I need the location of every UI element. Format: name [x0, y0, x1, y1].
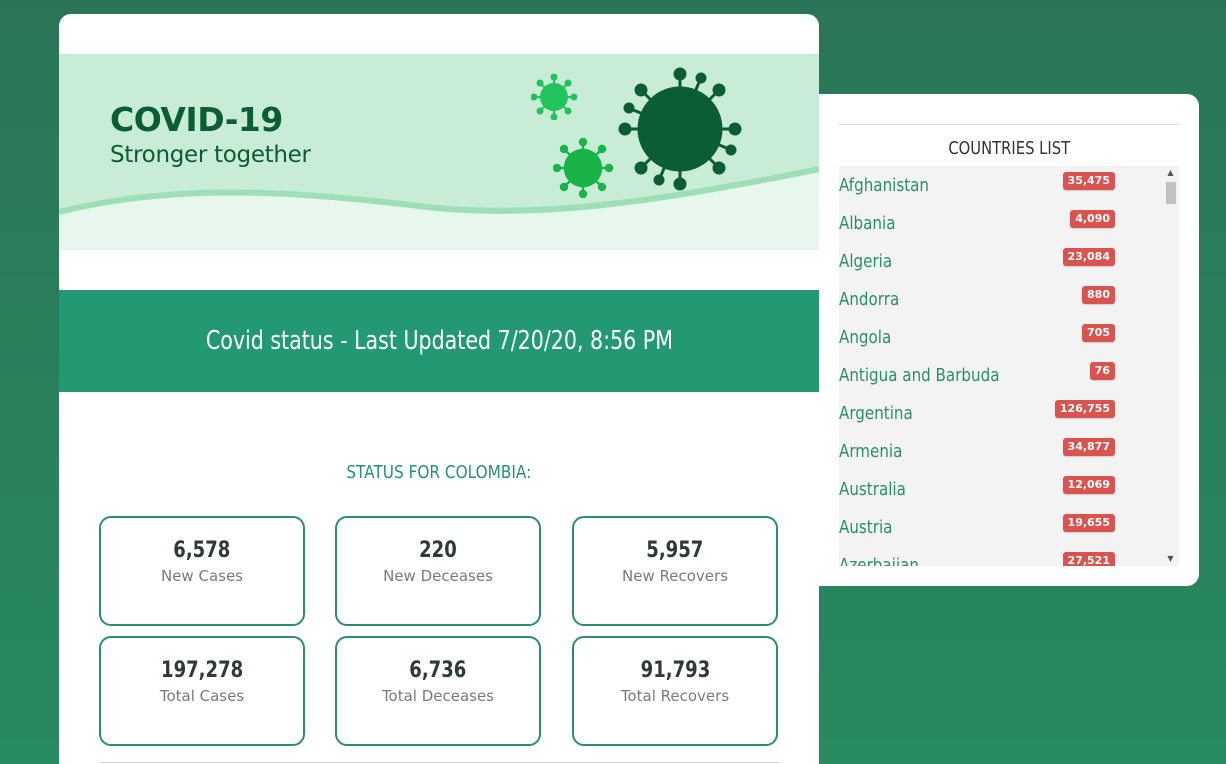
stat-value: 6,736 — [409, 658, 467, 683]
status-bar: Covid status - Last Updated 7/20/20, 8:5… — [59, 290, 819, 392]
country-count-badge: 19,655 — [1062, 514, 1115, 532]
scroll-up-arrow-icon[interactable]: ▲ — [1162, 166, 1179, 180]
stat-value: 91,793 — [640, 658, 710, 683]
stat-label: New Cases — [160, 567, 243, 585]
country-name[interactable]: Armenia — [839, 441, 902, 462]
country-count-badge: 12,069 — [1062, 476, 1115, 494]
stat-card-new-cases: 6,578 New Cases — [99, 516, 305, 626]
stat-value: 6,578 — [173, 538, 231, 563]
stat-label: Total Cases — [159, 687, 245, 705]
divider — [99, 762, 779, 763]
stat-value: 220 — [419, 538, 457, 563]
countries-panel-title-text: COUNTRIES LIST — [948, 138, 1070, 159]
country-item-afghanistan[interactable]: Afghanistan 35,475 — [839, 166, 1159, 204]
stat-card-new-recovers: 5,957 New Recovers — [572, 516, 778, 626]
country-count-badge: 705 — [1082, 324, 1115, 342]
country-name[interactable]: Albania — [839, 213, 895, 234]
country-name[interactable]: Antigua and Barbuda — [839, 365, 999, 386]
last-updated-text: Covid status - Last Updated 7/20/20, 8:5… — [205, 326, 673, 356]
stat-card-total-recovers: 91,793 Total Recovers — [572, 636, 778, 746]
country-name[interactable]: Austria — [839, 517, 892, 538]
country-item-azerbaijan[interactable]: Azerbaijan 27,521 — [839, 546, 1159, 566]
banner-title: COVID-19 — [110, 100, 283, 139]
countries-list-scrollbar[interactable]: ▲ ▼ — [1162, 166, 1179, 566]
stat-label: New Deceases — [383, 567, 493, 585]
country-item-albania[interactable]: Albania 4,090 — [839, 204, 1159, 242]
country-item-argentina[interactable]: Argentina 126,755 — [839, 394, 1159, 432]
country-name[interactable]: Azerbaijan — [839, 555, 919, 566]
covid-banner: COVID-19 Stronger together — [59, 54, 819, 250]
country-name[interactable]: Afghanistan — [839, 175, 929, 196]
countries-list[interactable]: Afghanistan 35,475 Albania 4,090 Algeria… — [839, 166, 1179, 566]
country-item-austria[interactable]: Austria 19,655 — [839, 508, 1159, 546]
country-count-badge: 126,755 — [1054, 400, 1115, 418]
country-count-badge: 34,877 — [1062, 438, 1115, 456]
scroll-down-arrow-icon[interactable]: ▼ — [1162, 552, 1179, 566]
country-count-badge: 35,475 — [1062, 172, 1115, 190]
large-virus-icon — [618, 67, 742, 191]
country-count-badge: 880 — [1082, 286, 1115, 304]
country-name[interactable]: Angola — [839, 327, 891, 348]
country-name[interactable]: Australia — [839, 479, 906, 500]
country-status-heading: STATUS FOR COLOMBIA: — [59, 462, 819, 483]
country-item-australia[interactable]: Australia 12,069 — [839, 470, 1159, 508]
country-name[interactable]: Argentina — [839, 403, 913, 424]
stat-label: Total Recovers — [620, 687, 730, 705]
stat-label: Total Deceases — [381, 687, 495, 705]
countries-panel: COUNTRIES LIST Afghanistan 35,475 Albani… — [819, 94, 1199, 586]
country-name[interactable]: Algeria — [839, 251, 892, 272]
country-count-badge: 76 — [1089, 362, 1115, 380]
stat-card-total-cases: 197,278 Total Cases — [99, 636, 305, 746]
country-item-angola[interactable]: Angola 705 — [839, 318, 1159, 356]
divider — [839, 124, 1179, 125]
country-item-antigua-and-barbuda[interactable]: Antigua and Barbuda 76 — [839, 356, 1159, 394]
country-count-badge: 27,521 — [1062, 552, 1115, 566]
scroll-thumb[interactable] — [1166, 182, 1176, 204]
main-card: COVID-19 Stronger together Covid status … — [59, 14, 819, 764]
country-item-algeria[interactable]: Algeria 23,084 — [839, 242, 1159, 280]
country-count-badge: 23,084 — [1062, 248, 1115, 266]
small-virus-icon — [531, 74, 577, 120]
stat-card-total-deceases: 6,736 Total Deceases — [335, 636, 541, 746]
country-name[interactable]: Andorra — [839, 289, 899, 310]
medium-virus-icon — [553, 138, 613, 198]
stat-value: 5,957 — [646, 538, 704, 563]
countries-panel-title: COUNTRIES LIST — [819, 138, 1199, 159]
banner-subtitle: Stronger together — [110, 142, 311, 168]
country-status-heading-text: STATUS FOR COLOMBIA: — [346, 462, 532, 483]
stat-value: 197,278 — [160, 658, 244, 683]
stat-card-new-deceases: 220 New Deceases — [335, 516, 541, 626]
country-count-badge: 4,090 — [1070, 210, 1115, 228]
country-item-andorra[interactable]: Andorra 880 — [839, 280, 1159, 318]
country-item-armenia[interactable]: Armenia 34,877 — [839, 432, 1159, 470]
stat-label: New Recovers — [622, 567, 728, 585]
